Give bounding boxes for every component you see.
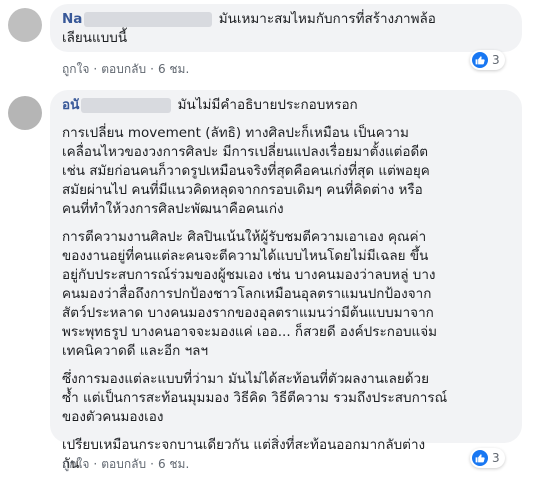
commenter-name[interactable]: อนั [62, 97, 79, 113]
reaction-count: 3 [492, 53, 500, 67]
comment-paragraph: การตีความงานศิลปะ ศิลปินเน้นให้ผู้รับชมต… [62, 228, 510, 361]
comment-paragraph: ซึ่งการมองแต่ละแบบที่ว่ามา มันไม่ได้สะท้… [62, 370, 510, 427]
reply-link[interactable]: ตอบกลับ [101, 62, 146, 76]
comment-paragraph: การเปลี่ยน movement (ลัทธิ) ทางศิลปะก็เห… [62, 124, 510, 219]
redacted-name [84, 11, 213, 27]
comment-text-line: อยู่กับประสบการณ์ร่วมของผู้ชมเอง เช่น บา… [62, 267, 436, 283]
comment-text-line: คนที่ทำให้วงการศิลปะพัฒนาคือคนเก่ง [62, 201, 284, 217]
commenter-avatar[interactable] [8, 96, 42, 130]
comment-bubble: อนั มันไม่มีคำอธิบายประกอบหรอก การเปลี่ย… [50, 90, 522, 472]
comment-actions: ถูกใจ · ตอบกลับ · 6 ชม. [62, 62, 190, 76]
comment-text-line: ซึ่งการมองแต่ละแบบที่ว่ามา มันไม่ได้สะท้… [62, 371, 430, 387]
reaction-count: 3 [492, 451, 500, 465]
comment-timestamp[interactable]: 6 ชม. [158, 457, 189, 471]
comment-text-line: เปรียบเหมือนกระจกบานเดียวกัน แต่สิ่งที่ส… [62, 437, 426, 453]
comment-text-line: เช่น สมัยก่อนคนก็วาดรูปเหมือนจริงที่สุดค… [62, 163, 430, 179]
like-link[interactable]: ถูกใจ [62, 457, 89, 471]
comment-text-line: การตีความงานศิลปะ ศิลปินเน้นให้ผู้รับชมต… [62, 229, 427, 245]
comment-text: มันเหมาะสมไหมกับการที่สร้างภาพล้อ [218, 11, 436, 27]
comment-text-line: การเปลี่ยน movement (ลัทธิ) ทางศิลปะก็เห… [62, 125, 409, 141]
comment-actions: ถูกใจ · ตอบกลับ · 6 ชม. [62, 457, 190, 471]
comment-text-line: คนมองว่าสื่อถึงการปกป้องชาวโลกเหมือนอุลต… [62, 286, 432, 302]
reaction-summary[interactable]: 3 [470, 50, 505, 70]
comment-text-line: ของตัวคนมองเอง [62, 409, 164, 425]
like-link[interactable]: ถูกใจ [62, 62, 89, 76]
comment-text-line: เคลื่อนไหวของวงการศิลปะ มีการเปลี่ยนแปลง… [62, 144, 429, 160]
comment-text-line: เลียนแบบนี้ [62, 30, 128, 46]
reaction-summary[interactable]: 3 [470, 448, 505, 468]
comment-text-line: ซ้ำ แต่เป็นการสะท้อนมุมมอง วิธีคิด วิธีต… [62, 390, 448, 406]
comment-text-line: สมัยผ่านไป คนที่มีแนวคิดหลุดจากกรอบเดิมๆ… [62, 182, 423, 198]
comment-text-line: สัตว์ประหลาด บางคนมองรากของอุลตราแมนว่าม… [62, 305, 434, 321]
comment-text-line: เทคนิควาดดี และอีก ฯลฯ [62, 343, 209, 359]
comment-text: มันไม่มีคำอธิบายประกอบหรอก [177, 97, 358, 113]
comment-timestamp[interactable]: 6 ชม. [158, 62, 189, 76]
comment-first-line: อนั มันไม่มีคำอธิบายประกอบหรอก [62, 96, 510, 115]
commenter-name[interactable]: Na [62, 11, 82, 27]
comment-bubble: Na มันเหมาะสมไหมกับการที่สร้างภาพล้อ เลี… [50, 4, 522, 52]
redacted-name [81, 97, 172, 113]
comment-text-line: พระพุทธรูป บางคนอาจจะมองแค่ เออ... ก็สวย… [62, 324, 438, 340]
like-icon [472, 450, 488, 466]
commenter-avatar[interactable] [8, 8, 42, 42]
reply-link[interactable]: ตอบกลับ [101, 457, 146, 471]
like-icon [472, 52, 488, 68]
comment-text-line: ของงานอยู่ที่คนแต่ละคนจะตีความได้แบบไหนโ… [62, 248, 429, 264]
comment-first-line: Na มันเหมาะสมไหมกับการที่สร้างภาพล้อ [62, 10, 510, 29]
